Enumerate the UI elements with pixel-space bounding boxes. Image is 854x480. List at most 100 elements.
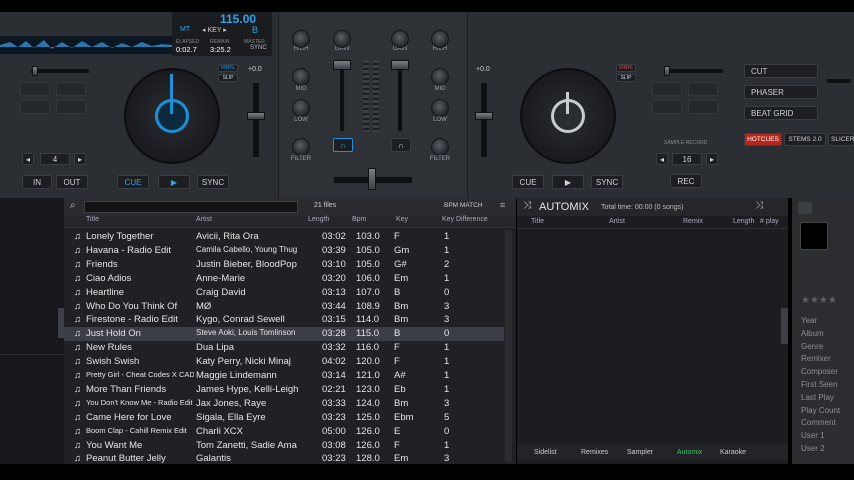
left-loop-slider[interactable] — [30, 68, 90, 74]
left-low-knob[interactable] — [292, 99, 310, 117]
left-loop-next[interactable]: ▸ — [74, 153, 86, 165]
automix-col-artist[interactable]: Artist — [609, 218, 625, 230]
table-row[interactable]: ♫ Just Hold On Steve Aoki, Louis Tomlinson… — [64, 327, 504, 342]
right-volume-fader[interactable] — [397, 60, 403, 132]
left-volume-handle[interactable] — [333, 60, 351, 70]
right-low-knob[interactable] — [431, 99, 449, 117]
right-loop-slider[interactable] — [664, 68, 724, 74]
left-loop-prev[interactable]: ◂ — [22, 153, 34, 165]
right-cue-button[interactable]: CUE — [512, 175, 544, 189]
left-pitch-fader[interactable] — [252, 82, 260, 158]
crossfader-handle[interactable] — [368, 168, 376, 190]
table-row[interactable]: ♫ New Rules Dua Lipa 03:32 116.0 F 1 — [64, 341, 504, 355]
right-vinyl-button[interactable]: VINYL — [616, 64, 636, 72]
left-high-knob[interactable] — [292, 30, 310, 48]
left-cue-button[interactable]: CUE — [117, 175, 149, 189]
rec-button[interactable]: REC — [670, 174, 702, 188]
rating-stars[interactable]: ★★★★ — [801, 295, 837, 306]
left-pad-2[interactable] — [56, 82, 86, 96]
automix-col-title[interactable]: Title — [531, 218, 544, 230]
left-pad-4[interactable] — [56, 100, 86, 114]
right-pad-2[interactable] — [688, 82, 718, 96]
left-pitch-handle[interactable] — [247, 112, 265, 120]
left-gain-knob[interactable] — [333, 30, 351, 48]
left-jog-wheel[interactable] — [124, 68, 220, 164]
tab-karaoke[interactable]: Karaoke — [720, 445, 746, 459]
left-filter-knob[interactable] — [292, 138, 310, 156]
table-row[interactable]: ♫ Heartline Craig David 03:13 107.0 B 0 — [64, 286, 504, 300]
column-bpm[interactable]: Bpm — [352, 216, 366, 228]
right-pitch-handle[interactable] — [475, 112, 493, 120]
pads-tab-slicer[interactable]: SLICER — [828, 133, 854, 146]
column-key-difference[interactable]: Key Difference — [442, 216, 488, 228]
pads-tab-stems[interactable]: STEMS 2.0 — [784, 133, 826, 146]
table-row[interactable]: ♫ You Want Me Tom Zanetti, Sadie Ama 03:08 1… — [64, 439, 504, 453]
fx-slot-1[interactable]: CUT — [744, 64, 818, 78]
table-row[interactable]: ♫ Swish Swish Katy Perry, Nicki Minaj 04:02… — [64, 355, 504, 369]
tab-sidelist[interactable]: Sidelist — [534, 445, 557, 459]
right-slip-button[interactable]: SLIP — [616, 74, 636, 82]
automix-side-handle[interactable] — [781, 308, 788, 344]
waveform-overview[interactable] — [0, 36, 172, 54]
table-row[interactable]: ♫ Havana - Radio Edit Camila Cabello, Youn… — [64, 244, 504, 258]
column-artist[interactable]: Artist — [196, 216, 212, 228]
table-row[interactable]: ♫ Boom Clap - Cahill Remix Edit Charli XCX… — [64, 425, 504, 439]
left-pad-1[interactable] — [20, 82, 50, 96]
sync-indicator[interactable]: SYNC — [250, 45, 267, 51]
track-list-scrollbar[interactable] — [505, 230, 512, 462]
left-vinyl-button[interactable]: VINYL — [218, 64, 238, 72]
automix-col-play[interactable]: # play — [760, 218, 779, 230]
right-sync-button[interactable]: SYNC — [591, 175, 623, 189]
column-key[interactable]: Key — [396, 216, 408, 228]
tab-sampler[interactable]: Sampler — [627, 445, 653, 459]
left-sync-button[interactable]: SYNC — [197, 175, 229, 189]
bpm-match-toggle[interactable]: BPM MATCH — [444, 202, 483, 209]
left-volume-fader[interactable] — [339, 60, 345, 132]
right-pitch-fader[interactable] — [480, 82, 488, 158]
left-pad-3[interactable] — [20, 100, 50, 114]
automix-shuffle-icon[interactable]: ⤨ — [755, 200, 763, 211]
pads-tab-hotcues[interactable]: HOTCUES — [744, 133, 782, 146]
sample-prev[interactable]: ◂ — [656, 153, 668, 165]
table-row[interactable]: ♫ Pretty Girl - Cheat Codes X CADE Maggie … — [64, 369, 504, 383]
left-mid-knob[interactable] — [292, 68, 310, 86]
right-pad-4[interactable] — [688, 100, 718, 114]
left-loop-out-button[interactable]: OUT — [56, 175, 88, 189]
column-length[interactable]: Length — [308, 216, 329, 228]
table-row[interactable]: ♫ More Than Friends James Hype, Kelli-Leig… — [64, 383, 504, 397]
right-high-knob[interactable] — [431, 30, 449, 48]
key-label[interactable]: ◂ KEY ▸ — [202, 26, 227, 34]
right-filter-knob[interactable] — [431, 138, 449, 156]
table-row[interactable]: ♫ Who Do You Think Of MØ 03:44 108.9 Bm 3 — [64, 300, 504, 314]
table-row[interactable]: ♫ You Don't Know Me - Radio Edit Jax Jones… — [64, 397, 504, 411]
tab-remixes[interactable]: Remixes — [581, 445, 608, 459]
table-row[interactable]: ♫ Lonely Together Avicii, Rita Ora 03:02 103… — [64, 230, 504, 244]
left-play-button[interactable]: ▶ — [158, 175, 190, 189]
right-loop-slider-handle[interactable] — [664, 66, 670, 76]
table-row[interactable]: ♫ Ciao Adios Anne-Marie 03:20 106.0 Em 1 — [64, 272, 504, 286]
right-play-button[interactable]: ▶ — [552, 175, 584, 189]
search-input[interactable] — [84, 201, 298, 213]
fx-level-slider[interactable] — [826, 78, 852, 84]
right-headphone-cue-icon[interactable]: ∩ — [391, 138, 411, 152]
column-title[interactable]: Title — [86, 216, 99, 228]
left-loop-value[interactable]: 4 — [40, 153, 70, 165]
table-row[interactable]: ♫ Peanut Butter Jelly Galantis 03:23 128.0 Em… — [64, 452, 504, 466]
left-loop-slider-handle[interactable] — [32, 66, 38, 76]
left-loop-in-button[interactable]: IN — [22, 175, 52, 189]
filter-icon[interactable]: ≡ — [500, 200, 505, 210]
table-row[interactable]: ♫ Friends Justin Bieber, BloodPop 03:10 105.… — [64, 258, 504, 272]
table-row[interactable]: ♫ Firestone - Radio Edit Kygo, Conrad Sewe… — [64, 313, 504, 327]
right-jog-wheel[interactable] — [520, 68, 616, 164]
sample-next[interactable]: ▸ — [706, 153, 718, 165]
table-row[interactable]: ♫ Came Here for Love Sigala, Ella Eyre 03:2… — [64, 411, 504, 425]
info-toggle-button[interactable] — [798, 202, 812, 214]
left-slip-button[interactable]: SLIP — [218, 74, 238, 82]
tab-automix[interactable]: Automix — [677, 445, 702, 459]
fx-slot-2[interactable]: PHASER — [744, 85, 818, 99]
right-volume-handle[interactable] — [391, 60, 409, 70]
sample-length-value[interactable]: 16 — [672, 153, 702, 165]
right-gain-knob[interactable] — [391, 30, 409, 48]
search-icon[interactable]: ⌕ — [70, 200, 76, 211]
left-headphone-cue-icon[interactable]: ∩ — [333, 138, 353, 152]
